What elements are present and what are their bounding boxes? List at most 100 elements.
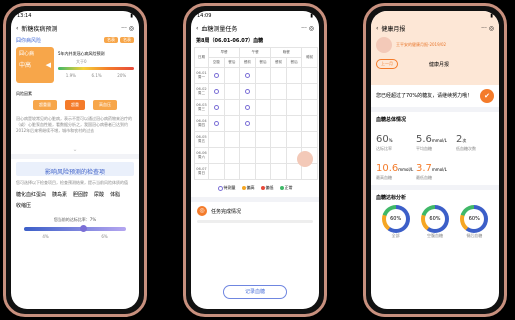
check-description: 您可选择以下检查项目，检查预测结果，提示当前风险体质的值 — [16, 180, 128, 185]
glucose-cell[interactable] — [254, 67, 272, 84]
glucose-cell[interactable] — [285, 99, 303, 116]
glucose-cell[interactable] — [208, 99, 225, 116]
glucose-cell[interactable] — [239, 83, 256, 100]
glucose-cell[interactable] — [223, 163, 241, 180]
glucose-cell[interactable] — [254, 99, 272, 116]
glucose-cell[interactable] — [223, 131, 241, 148]
more-icon[interactable]: ··· ◎ — [121, 25, 134, 32]
glucose-cell[interactable] — [208, 147, 225, 164]
tag-button-1[interactable]: 名表 — [104, 37, 118, 43]
glucose-cell[interactable] — [239, 67, 256, 84]
expand-icon[interactable]: ⌄ — [11, 146, 139, 154]
glucose-cell[interactable] — [285, 83, 303, 100]
glucose-cell[interactable] — [254, 131, 272, 148]
glucose-cell[interactable] — [223, 147, 241, 164]
glucose-cell[interactable] — [285, 163, 303, 180]
glucose-cell[interactable] — [223, 99, 241, 116]
table-row: 06-03 周三 — [194, 99, 318, 116]
prev-month-button[interactable]: 上一月 — [376, 59, 398, 69]
glucose-cell[interactable] — [285, 67, 303, 84]
encourage-card: 您已经超过了70%的糖友，请继续努力哦！ ✔ — [371, 85, 499, 107]
check-item[interactable]: 胆固醇 — [73, 191, 88, 198]
glucose-cell[interactable] — [254, 163, 272, 180]
glucose-cell[interactable] — [223, 67, 241, 84]
nav-bar: ‹ 血糖测量任务 ··· ◎ — [191, 21, 319, 35]
glucose-cell[interactable] — [270, 99, 287, 116]
risk-card: 囧心病 中高 ◀ 5年内并发冠心病风险预测 大于0 1.9% 6.1% 20% — [11, 45, 139, 91]
glucose-cell[interactable] — [239, 147, 256, 164]
glucose-cell[interactable] — [301, 83, 318, 100]
glucose-cell[interactable] — [301, 115, 318, 132]
factor-chip[interactable]: 超重 — [65, 100, 85, 110]
stat-unit: mmol/L — [431, 138, 447, 143]
glucose-cell[interactable] — [208, 67, 225, 84]
factor-chip[interactable]: 高血压 — [93, 100, 117, 110]
glucose-cell[interactable] — [270, 83, 287, 100]
back-icon[interactable]: ‹ — [196, 25, 198, 32]
factor-label: 风险因素 — [16, 91, 32, 96]
stat-unit: % — [388, 138, 393, 143]
stat-unit: 次 — [462, 138, 467, 143]
glucose-cell[interactable] — [285, 131, 303, 148]
glucose-cell[interactable] — [208, 115, 225, 132]
doctor-avatar[interactable] — [297, 151, 313, 167]
stat-label: 最低血糖 — [416, 175, 432, 180]
glucose-cell[interactable] — [208, 131, 225, 148]
glucose-cell[interactable] — [270, 115, 287, 132]
nav-title: 健康月报 — [381, 25, 406, 33]
glucose-cell[interactable] — [254, 83, 272, 100]
check-item[interactable]: 收缩压 — [16, 202, 31, 209]
screen-3: ▮ ‹ 健康月报 ··· ◎ 王平安的健康月报-2019/02 上一月 健康月报 … — [371, 11, 499, 309]
glucose-cell[interactable] — [285, 115, 303, 132]
date-cell: 06-01 周一 — [194, 67, 209, 84]
donut-value: 60% — [424, 209, 445, 229]
stat-unit: mmol/L — [431, 167, 447, 172]
glucose-cell[interactable] — [239, 99, 256, 116]
table-row: 06-05 周五 — [194, 131, 318, 148]
screen-1: 13:14 ▮ ‹ 新糖疾病预测 ··· ◎ 囧你病风险 名表 名表 囧心病 中高 ◀… — [11, 11, 139, 309]
battery-icon: ▮ — [310, 13, 313, 19]
status-time: 14:09 — [197, 13, 212, 19]
glucose-cell[interactable] — [208, 163, 225, 180]
glucose-cell[interactable] — [270, 131, 287, 148]
check-item[interactable]: 胰岛素 — [52, 191, 67, 198]
donut-item: 60% 全部 — [381, 205, 410, 239]
tag-button-2[interactable]: 名表 — [120, 37, 134, 43]
stat-label: 最高血糖 — [376, 175, 392, 180]
check-item[interactable]: 糖化血红蛋白 — [16, 191, 46, 198]
scale-2: 6.1% — [91, 73, 102, 78]
record-glucose-button[interactable]: 记录血糖 — [223, 285, 287, 299]
glucose-cell[interactable] — [254, 147, 272, 164]
donut-chart: 60% — [381, 205, 410, 233]
scale-3: 20% — [117, 73, 127, 78]
stat-value: 60 — [376, 134, 389, 145]
slider-knob[interactable] — [80, 225, 88, 232]
glucose-cell[interactable] — [301, 131, 318, 148]
more-icon[interactable]: ··· ◎ — [481, 25, 494, 32]
rate-slider[interactable] — [24, 225, 126, 232]
donut-label: 全部 — [391, 233, 400, 238]
glucose-cell[interactable] — [254, 115, 272, 132]
more-icon[interactable]: ··· ◎ — [301, 25, 314, 32]
factor-chip[interactable]: 超重量 — [33, 100, 57, 110]
tab-center: 健康月报 — [428, 61, 449, 68]
nav-title: 新糖疾病预测 — [21, 25, 58, 33]
glucose-cell[interactable] — [270, 67, 287, 84]
glucose-cell[interactable] — [270, 147, 287, 164]
glucose-cell[interactable] — [301, 99, 318, 116]
glucose-cell[interactable] — [239, 163, 256, 180]
table-row: 06-01 周一 — [194, 67, 318, 84]
risk-level-card: 囧心病 中高 ◀ — [16, 47, 54, 83]
glucose-cell[interactable] — [301, 67, 318, 84]
battery-icon: ▮ — [130, 13, 133, 19]
check-item[interactable]: 尿酸 — [94, 191, 104, 198]
back-icon[interactable]: ‹ — [376, 25, 378, 32]
check-item[interactable]: 体脂 — [110, 191, 120, 198]
glucose-cell[interactable] — [239, 131, 256, 148]
glucose-cell[interactable] — [223, 115, 241, 132]
back-icon[interactable]: ‹ — [16, 25, 18, 32]
glucose-cell[interactable] — [239, 115, 256, 132]
glucose-cell[interactable] — [208, 83, 225, 100]
glucose-cell[interactable] — [223, 83, 241, 100]
glucose-cell[interactable] — [270, 163, 287, 180]
